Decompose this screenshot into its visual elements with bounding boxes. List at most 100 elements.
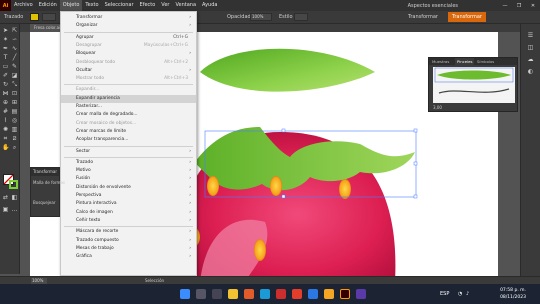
menu-item-ocultar[interactable]: Ocultar ›: [61, 67, 196, 75]
zoom-tool-icon[interactable]: ⌕: [11, 144, 18, 151]
menu-item-crear-marcas-de-límite[interactable]: Crear marcas de límite: [61, 128, 196, 136]
symbol-sprayer-tool-icon[interactable]: ✺: [2, 126, 9, 133]
search-icon[interactable]: [196, 289, 206, 299]
scale-tool-icon[interactable]: ⤡: [11, 81, 18, 88]
shape-mesh-option[interactable]: Malla de formas: [33, 180, 65, 185]
fill-swatch[interactable]: [30, 13, 39, 21]
draw-mode-icon[interactable]: ◧: [11, 194, 18, 201]
file-explorer-icon[interactable]: [228, 289, 238, 299]
transform-button[interactable]: Transformar: [448, 12, 486, 22]
transform-link[interactable]: Transformar: [408, 13, 438, 21]
app-icon[interactable]: [308, 289, 318, 299]
graph-tool-icon[interactable]: ▥: [11, 126, 18, 133]
edit-toolbar-icon[interactable]: …: [11, 206, 18, 213]
gradient-tool-icon[interactable]: ▤: [11, 108, 18, 115]
libraries-icon[interactable]: ☁: [527, 56, 534, 63]
hand-tool-icon[interactable]: ✋: [2, 144, 9, 151]
pen-tool-icon[interactable]: ✒: [2, 45, 9, 52]
menu-item-motivo[interactable]: Motivo ›: [61, 167, 196, 175]
maximize-button[interactable]: ❐: [512, 3, 526, 9]
sketch-option[interactable]: Bosquejear: [33, 200, 55, 205]
menu-item-máscara-de-recorte[interactable]: Máscara de recorte ›: [61, 228, 196, 236]
menu-item-crear-malla-de-degradado[interactable]: Crear malla de degradado...: [61, 111, 196, 119]
menu-item-distorsión-de-envolvente[interactable]: Distorsión de envolvente ›: [61, 184, 196, 192]
layers-icon[interactable]: ◫: [527, 44, 534, 51]
illustrator-taskbar-icon[interactable]: [340, 289, 350, 299]
artboard-tool-icon[interactable]: ⌗: [2, 135, 9, 142]
minimize-button[interactable]: —: [498, 3, 512, 9]
rectangle-tool-icon[interactable]: ▭: [2, 63, 9, 70]
tab-symbols[interactable]: Símbolos: [477, 58, 494, 65]
menu-archivo[interactable]: Archivo: [11, 0, 36, 11]
close-button[interactable]: ✕: [526, 3, 540, 9]
menu-item-gráfica[interactable]: Gráfica ›: [61, 253, 196, 261]
volume-icon[interactable]: ♪: [466, 291, 469, 297]
shape-builder-tool-icon[interactable]: ⊕: [2, 99, 9, 106]
menu-ver[interactable]: Ver: [158, 0, 172, 11]
perspective-grid-tool-icon[interactable]: ⊞: [11, 99, 18, 106]
workspace-switcher[interactable]: Aspectos esenciales: [408, 3, 458, 9]
free-transform-tool-icon[interactable]: ⊡: [11, 90, 18, 97]
stroke-swatch[interactable]: [42, 13, 56, 21]
menu-item-trazado-compuesto[interactable]: Trazado compuesto ›: [61, 237, 196, 245]
line-tool-icon[interactable]: ╱: [11, 54, 18, 61]
magic-wand-tool-icon[interactable]: ✶: [2, 36, 9, 43]
menu-texto[interactable]: Texto: [82, 0, 101, 11]
paintbrush-tool-icon[interactable]: ✎: [11, 63, 18, 70]
app-logo[interactable]: Ai: [0, 0, 11, 11]
language-indicator[interactable]: ESP: [440, 291, 449, 297]
menu-ventana[interactable]: Ventana: [172, 0, 199, 11]
blend-tool-icon[interactable]: ◎: [11, 117, 18, 124]
menu-ayuda[interactable]: Ayuda: [199, 0, 220, 11]
properties-icon[interactable]: ☰: [527, 32, 534, 39]
edge-browser-icon[interactable]: [260, 289, 270, 299]
menu-item-fusión[interactable]: Fusión ›: [61, 175, 196, 183]
menu-item-organizar[interactable]: Organizar ›: [61, 22, 196, 30]
direct-selection-tool-icon[interactable]: ⇱: [11, 27, 18, 34]
color-icon[interactable]: ◐: [527, 68, 534, 75]
menu-seleccionar[interactable]: Seleccionar: [102, 0, 137, 11]
menu-item-perspectiva[interactable]: Perspectiva ›: [61, 192, 196, 200]
stroke-color-box[interactable]: [9, 180, 18, 189]
type-tool-icon[interactable]: T: [2, 54, 9, 61]
menu-item-calco-de-imagen[interactable]: Calco de imagen ›: [61, 209, 196, 217]
eraser-tool-icon[interactable]: ◪: [11, 72, 18, 79]
menu-item-rasterizar[interactable]: Rasterizar...: [61, 103, 196, 111]
menu-objeto[interactable]: Objeto: [59, 0, 83, 11]
tab-swatches[interactable]: Muestras: [432, 58, 449, 65]
menu-efecto[interactable]: Efecto: [137, 0, 159, 11]
menu-item-bloquear[interactable]: Bloquear ›: [61, 50, 196, 58]
system-clock[interactable]: 07:58 p. m. 08/11/2023: [500, 287, 526, 301]
chrome-icon[interactable]: [292, 289, 302, 299]
menu-item-mesas-de-trabajo[interactable]: Mesas de trabajo ›: [61, 245, 196, 253]
shaper-tool-icon[interactable]: ✐: [2, 72, 9, 79]
swap-colors-icon[interactable]: ⇄: [2, 194, 9, 201]
start-icon[interactable]: [180, 289, 190, 299]
media-app-icon[interactable]: [276, 289, 286, 299]
mesh-tool-icon[interactable]: #: [2, 108, 9, 115]
brave-browser-icon[interactable]: [244, 289, 254, 299]
app-icon-2[interactable]: [324, 289, 334, 299]
menu-item-acoplar-transparencia[interactable]: Acoplar transparencia...: [61, 136, 196, 144]
eyedropper-tool-icon[interactable]: ⌇: [2, 117, 9, 124]
menu-item-pintura-interactiva[interactable]: Pintura interactiva ›: [61, 200, 196, 208]
menu-item-trazado[interactable]: Trazado ›: [61, 159, 196, 167]
tab-brushes[interactable]: Pinceles: [455, 58, 475, 65]
slice-tool-icon[interactable]: ⧄: [11, 135, 18, 142]
style-dropdown[interactable]: [294, 13, 308, 21]
app-icon-3[interactable]: [356, 289, 366, 299]
rotate-tool-icon[interactable]: ↻: [2, 81, 9, 88]
wifi-icon[interactable]: ◔: [458, 291, 462, 297]
curvature-tool-icon[interactable]: ∿: [11, 45, 18, 52]
menu-item-transformar[interactable]: Transformar ›: [61, 14, 196, 22]
menu-item-expandir-apariencia[interactable]: Expandir apariencia: [61, 94, 196, 103]
selection-tool-icon[interactable]: ➤: [2, 27, 9, 34]
task-view-icon[interactable]: [212, 289, 222, 299]
screen-mode-icon[interactable]: ▣: [2, 206, 9, 213]
lasso-tool-icon[interactable]: ∽: [11, 36, 18, 43]
menu-edicion[interactable]: Edición: [36, 0, 60, 11]
width-tool-icon[interactable]: ⋈: [2, 90, 9, 97]
menu-item-sector[interactable]: Sector ›: [61, 148, 196, 156]
brush-size-value[interactable]: 3,00: [433, 105, 442, 111]
opacity-field[interactable]: 100%: [250, 13, 272, 21]
